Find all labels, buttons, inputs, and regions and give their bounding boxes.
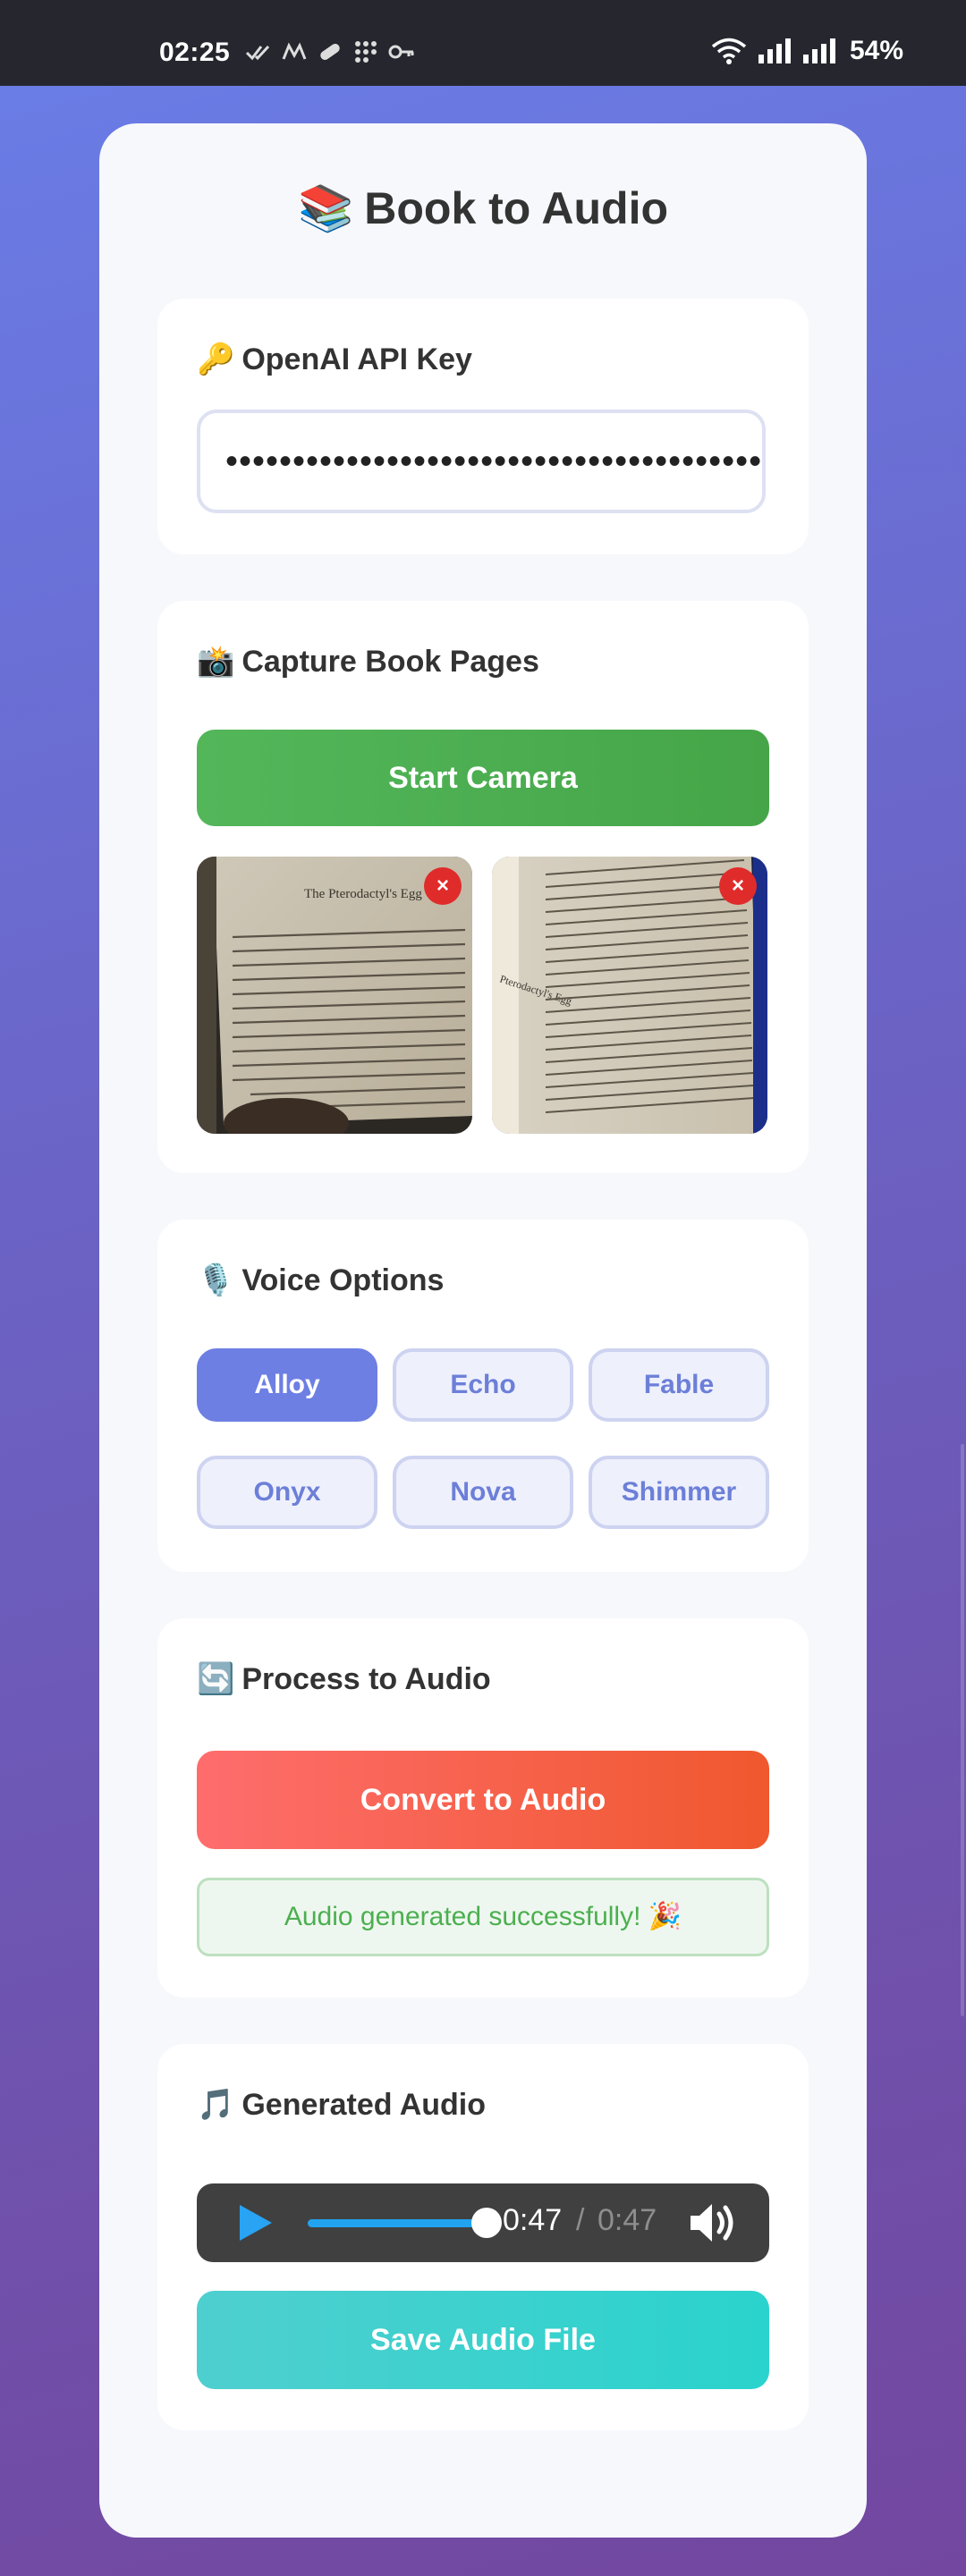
time-separator: / [576, 2203, 585, 2237]
notification-icons [245, 39, 415, 64]
process-section: 🔄 Process to Audio Convert to Audio Audi… [157, 1618, 809, 1997]
generated-audio-title-text: Generated Audio [242, 2087, 487, 2122]
voice-option-echo[interactable]: Echo [393, 1348, 573, 1422]
page-title-text: Book to Audio [364, 183, 668, 233]
voice-option-shimmer[interactable]: Shimmer [589, 1456, 769, 1529]
key-icon [388, 45, 414, 59]
signal-icon [802, 38, 835, 63]
api-key-title: 🔑 OpenAI API Key [197, 342, 472, 377]
play-icon[interactable] [234, 2203, 274, 2242]
voice-options-title: 🎙️ Voice Options [197, 1263, 444, 1298]
battery-level: 54% [849, 36, 903, 65]
page-thumbnail-1[interactable]: The Pterodactyl's Egg × [197, 857, 472, 1134]
api-key-section: 🔑 OpenAI API Key •••••••••••••••••••••••… [157, 299, 809, 554]
page-title: 📚 Book to Audio [0, 182, 966, 235]
capture-section: 📸 Capture Book Pages Start Camera The Pt… [157, 601, 809, 1173]
voice-option-onyx[interactable]: Onyx [197, 1456, 377, 1529]
pill-icon [320, 43, 340, 61]
save-audio-button[interactable]: Save Audio File [197, 2291, 769, 2389]
remove-page-button[interactable]: × [424, 867, 462, 905]
voice-option-nova[interactable]: Nova [393, 1456, 573, 1529]
api-key-title-text: OpenAI API Key [242, 342, 472, 376]
status-time: 02:25 [159, 38, 231, 67]
camera-icon: 📸 [197, 645, 235, 679]
remove-page-button[interactable]: × [719, 867, 757, 905]
page-heading: The Pterodactyl's Egg [304, 887, 422, 901]
voice-options-section: 🎙️ Voice Options Alloy Echo Fable Onyx N… [157, 1220, 809, 1572]
grid-dots-icon [355, 41, 377, 63]
process-title: 🔄 Process to Audio [197, 1661, 491, 1697]
voice-option-fable[interactable]: Fable [589, 1348, 769, 1422]
total-time: 0:47 [597, 2203, 657, 2237]
double-check-icon [245, 45, 270, 61]
scrollbar[interactable] [961, 1444, 964, 2016]
seek-bar[interactable] [308, 2208, 502, 2238]
seek-handle[interactable] [471, 2208, 502, 2238]
status-message: Audio generated successfully! 🎉 [197, 1878, 769, 1956]
volume-icon[interactable] [687, 2200, 739, 2246]
books-icon: 📚 [297, 183, 354, 233]
refresh-icon: 🔄 [197, 1662, 235, 1696]
music-note-icon: 🎵 [197, 2088, 235, 2122]
page-thumbnail-2[interactable]: Pterodactyl's Egg × [492, 857, 767, 1134]
seek-progress [308, 2219, 487, 2227]
m-logo-icon [282, 42, 307, 60]
generated-audio-title: 🎵 Generated Audio [197, 2087, 486, 2123]
current-time: 0:47 [503, 2203, 563, 2237]
status-bar: 02:25 54% [0, 0, 966, 86]
voice-options-title-text: Voice Options [242, 1263, 445, 1297]
audio-player: 0:47 / 0:47 [197, 2183, 769, 2262]
process-title-text: Process to Audio [242, 1661, 491, 1696]
voice-option-alloy[interactable]: Alloy [197, 1348, 377, 1422]
microphone-icon: 🎙️ [197, 1263, 235, 1297]
wifi-icon [711, 38, 747, 64]
generated-audio-section: 🎵 Generated Audio 0:47 / 0:47 Save Audio… [157, 2044, 809, 2430]
api-key-input[interactable]: ••••••••••••••••••••••••••••••••••••••••… [197, 410, 766, 513]
system-icons: 54% [710, 36, 903, 66]
key-icon: 🔑 [197, 342, 235, 376]
convert-to-audio-button[interactable]: Convert to Audio [197, 1751, 769, 1849]
capture-title-text: Capture Book Pages [242, 644, 539, 679]
start-camera-button[interactable]: Start Camera [197, 730, 769, 826]
signal-icon [758, 38, 791, 63]
capture-title: 📸 Capture Book Pages [197, 644, 539, 680]
